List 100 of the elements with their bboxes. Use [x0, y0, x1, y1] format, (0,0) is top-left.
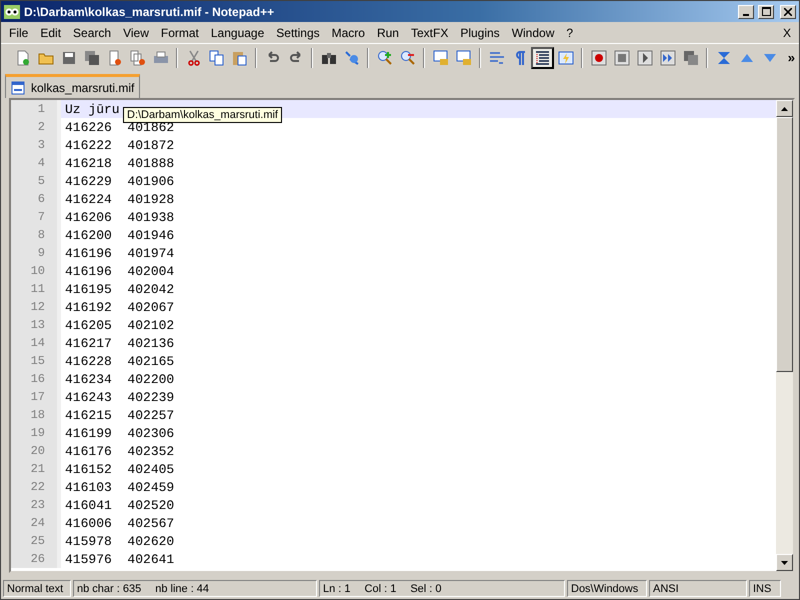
menu-item[interactable]: TextFX	[404, 24, 454, 42]
line-number: 21	[11, 460, 57, 478]
code-line: 416176 402352	[64, 444, 174, 458]
line-number: 10	[11, 262, 57, 280]
code-line: 416196 401974	[64, 246, 174, 260]
code-line: 416218 401888	[64, 156, 174, 170]
menu-item[interactable]: Search	[67, 24, 118, 42]
editor[interactable]	[9, 98, 795, 573]
floppies-icon	[84, 50, 100, 66]
code-line: 416224 401928	[64, 192, 174, 206]
play-icon	[636, 50, 652, 66]
code-line: 416205 402102	[64, 318, 174, 332]
line-number: 17	[11, 388, 57, 406]
line-number: 18	[11, 406, 57, 424]
scrollbar[interactable]	[776, 100, 793, 571]
scissors-icon	[186, 50, 202, 66]
status-text: Normal text	[7, 582, 64, 594]
code-line: 416041 402520	[64, 498, 174, 512]
printer-icon	[152, 50, 168, 66]
status-text: Col : 1	[364, 582, 396, 594]
close-file-icon	[106, 50, 122, 66]
status-text: Sel : 0	[410, 582, 442, 594]
code-line: 416243 402239	[64, 390, 174, 404]
code-line: 416195 402042	[64, 282, 174, 296]
line-number: 2	[11, 118, 57, 136]
menu-item[interactable]: Window	[506, 24, 560, 42]
toolbar-button[interactable]	[531, 46, 554, 68]
stop-icon	[614, 50, 630, 66]
line-number: 19	[11, 424, 57, 442]
line-number: 3	[11, 136, 57, 154]
line-number: 1	[11, 100, 57, 118]
code-line: 416006 402567	[64, 516, 174, 530]
close-button[interactable]	[780, 4, 796, 18]
code-line: 416192 402067	[64, 300, 174, 314]
line-number: 26	[11, 550, 57, 568]
app-icon	[4, 4, 20, 18]
line-number: 13	[11, 316, 57, 334]
code-line: 416217 402136	[64, 336, 174, 350]
menu-item[interactable]: Settings	[270, 24, 326, 42]
window-title: D:\Darbam\kolkas_marsruti.mif - Notepad++	[24, 4, 276, 18]
new-file-icon	[14, 50, 30, 66]
menu-item[interactable]: Macro	[326, 24, 371, 42]
code-line: 416228 402165	[64, 354, 174, 368]
line-number: 12	[11, 298, 57, 316]
code-line: 416152 402405	[64, 462, 174, 476]
menu-item[interactable]: File	[3, 24, 34, 42]
menu-item[interactable]: Run	[370, 24, 405, 42]
status-text: nb char : 635	[77, 582, 142, 594]
indent-guide-icon	[534, 50, 550, 66]
status-text: INS	[753, 582, 772, 594]
code-line: 416196 402004	[64, 264, 174, 278]
more-button[interactable]: »	[788, 50, 795, 65]
code-line: 416234 402200	[64, 372, 174, 386]
line-number: 16	[11, 370, 57, 388]
lightning-window-icon	[558, 50, 574, 66]
up-arrow-icon[interactable]	[781, 106, 788, 110]
fast-forward-icon	[660, 50, 676, 66]
zoom-in-icon	[376, 50, 392, 66]
file-tab[interactable]: kolkas_marsruti.mif	[5, 74, 140, 98]
line-number: 22	[11, 478, 57, 496]
maximize-button[interactable]	[758, 4, 774, 18]
maximize-icon	[762, 7, 770, 16]
line-number: 7	[11, 208, 57, 226]
menu-item[interactable]: ?	[560, 24, 580, 42]
code-line: 416199 402306	[64, 426, 174, 440]
collapse-icon	[716, 50, 732, 66]
line-number: 9	[11, 244, 57, 262]
line-number: 8	[11, 226, 57, 244]
document-icon	[11, 80, 25, 94]
paste-icon	[232, 50, 248, 66]
code-line: 416103 402459	[64, 480, 174, 494]
menu-item[interactable]: Language	[204, 24, 270, 42]
line-number: 6	[11, 190, 57, 208]
code-line: 416215 402257	[64, 408, 174, 422]
minimize-icon	[743, 14, 749, 16]
code-line: 416200 401946	[64, 228, 174, 242]
code-line: 415978 402620	[64, 534, 174, 548]
menu-item[interactable]: Plugins	[454, 24, 506, 42]
minimize-button[interactable]	[738, 4, 754, 18]
down-arrow-icon[interactable]	[781, 560, 788, 564]
line-number: 23	[11, 496, 57, 514]
menu-item[interactable]: View	[117, 24, 155, 42]
line-number: 15	[11, 352, 57, 370]
line-number: 4	[11, 154, 57, 172]
zoom-out-icon	[400, 50, 416, 66]
menu-item[interactable]: Edit	[34, 24, 68, 42]
window-lock-icon	[456, 50, 472, 66]
close-icon	[784, 8, 792, 16]
status-text: nb line : 44	[155, 582, 210, 594]
status-text: ANSI	[653, 582, 679, 594]
record-icon	[590, 50, 606, 66]
menu-item[interactable]: Format	[154, 24, 205, 42]
status-text: Dos\Windows	[571, 582, 638, 594]
line-number: 24	[11, 514, 57, 532]
wrap-icon	[488, 50, 504, 66]
code-line: 416222 401872	[64, 138, 174, 152]
tooltip: D:\Darbam\kolkas_marsruti.mif	[123, 107, 282, 123]
code-line: 416206 401938	[64, 210, 174, 224]
line-number: 20	[11, 442, 57, 460]
close-document-button[interactable]: X	[776, 26, 797, 40]
